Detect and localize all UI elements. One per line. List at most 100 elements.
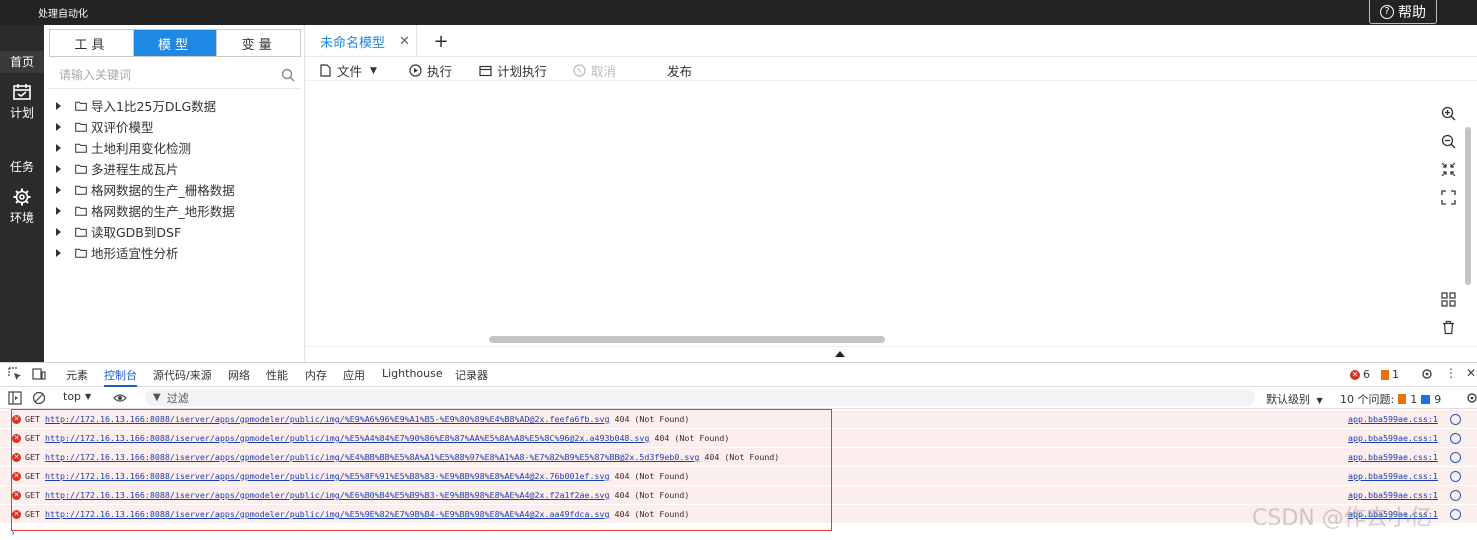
caret-right-icon[interactable] — [56, 122, 61, 131]
console-error-row: ✕ GET http://172.16.13.166:8088/iserver/… — [0, 410, 1477, 429]
caret-right-icon[interactable] — [56, 101, 61, 110]
close-devtools-icon[interactable]: ✕ — [1466, 367, 1477, 381]
console-prompt[interactable]: › — [11, 528, 15, 539]
console-filter-bar: top ▼ ▼ 过滤 默认级别 ▼ 10 个问题: 1 9 — [0, 387, 1477, 409]
search-icon[interactable] — [281, 68, 295, 82]
side-panel: 工具 模型 变量 导入1比25万DLG数据 双评价模型 土地利用变化检测 多进程… — [44, 25, 305, 362]
device-toggle-icon[interactable] — [32, 367, 46, 381]
file-menu-button[interactable]: 文件 ▼ — [319, 61, 377, 80]
warning-counter[interactable]: 1 — [1381, 368, 1399, 381]
fit-view-button[interactable] — [1435, 156, 1461, 182]
caret-right-icon[interactable] — [56, 143, 61, 152]
source-link[interactable]: app.bba599ae.css:1 — [1348, 471, 1438, 481]
caret-right-icon[interactable] — [56, 206, 61, 215]
filter-icon: ▼ — [153, 392, 161, 403]
globe-icon[interactable] — [1450, 471, 1461, 482]
globe-icon[interactable] — [1450, 490, 1461, 501]
request-url-link[interactable]: http://172.16.13.166:8088/iserver/apps/g… — [45, 471, 609, 481]
tree-item[interactable]: 多进程生成瓦片 — [49, 158, 299, 179]
add-tab-button[interactable]: + — [431, 31, 451, 52]
inspect-icon[interactable] — [8, 367, 22, 381]
globe-icon[interactable] — [1450, 452, 1461, 463]
source-link[interactable]: app.bba599ae.css:1 — [1348, 414, 1438, 424]
tree-item[interactable]: 地形适宜性分析 — [49, 242, 299, 263]
devtools-tab-memory[interactable]: 内存 — [305, 367, 327, 383]
source-link[interactable]: app.bba599ae.css:1 — [1348, 433, 1438, 443]
caret-right-icon[interactable] — [56, 227, 61, 236]
console-error-row: ✕ GET http://172.16.13.166:8088/iserver/… — [0, 429, 1477, 448]
cancel-button[interactable]: 取消 — [573, 61, 616, 80]
source-link[interactable]: app.bba599ae.css:1 — [1348, 452, 1438, 462]
error-counter[interactable]: ✕ 6 — [1350, 368, 1370, 381]
tab-untitled-model[interactable]: 未命名模型 ✕ — [305, 25, 417, 57]
tree-item[interactable]: 土地利用变化检测 — [49, 137, 299, 158]
search-input[interactable] — [49, 63, 269, 87]
nav-item-home[interactable]: 首页 — [0, 51, 44, 73]
layout-button[interactable] — [1435, 286, 1461, 312]
schedule-run-button[interactable]: 计划执行 — [479, 61, 547, 80]
caret-right-icon[interactable] — [56, 164, 61, 173]
document-tabs: 未命名模型 ✕ + — [305, 25, 1477, 57]
globe-icon[interactable] — [1450, 414, 1461, 425]
tab-variables[interactable]: 变量 — [217, 30, 301, 56]
vertical-scrollbar[interactable] — [1465, 127, 1471, 285]
eye-icon[interactable] — [113, 391, 127, 405]
help-button[interactable]: ? 帮助 — [1369, 0, 1437, 24]
devtools-tab-application[interactable]: 应用 — [343, 367, 365, 383]
settings-gear-icon[interactable] — [1420, 367, 1434, 381]
folder-icon — [75, 185, 87, 195]
main-area: 未命名模型 ✕ + 文件 ▼ 执行 计划执行 取消 发布 — [305, 25, 1477, 362]
devtools-tab-elements[interactable]: 元素 — [66, 367, 88, 383]
error-icon: ✕ — [12, 453, 21, 462]
model-canvas[interactable] — [305, 82, 1477, 362]
tab-models[interactable]: 模型 — [133, 30, 218, 56]
tree-item[interactable]: 格网数据的生产_地形数据 — [49, 200, 299, 221]
devtools-tab-network[interactable]: 网络 — [228, 367, 250, 383]
caret-right-icon[interactable] — [56, 248, 61, 257]
request-url-link[interactable]: http://172.16.13.166:8088/iserver/apps/g… — [45, 452, 699, 462]
nav-item-plan[interactable]: 计划 — [0, 83, 44, 121]
devtools-tab-recorder[interactable]: 记录器 — [455, 367, 488, 383]
question-icon: ? — [1380, 4, 1394, 19]
tree-item[interactable]: 读取GDB到DSF — [49, 221, 299, 242]
tree-item[interactable]: 格网数据的生产_栅格数据 — [49, 179, 299, 200]
run-button[interactable]: 执行 — [409, 61, 452, 80]
sidebar-toggle-icon[interactable] — [8, 391, 22, 405]
caret-right-icon[interactable] — [56, 185, 61, 194]
nav-item-task[interactable]: 任务 — [0, 158, 44, 175]
console-settings-icon[interactable] — [1465, 391, 1477, 405]
log-level-selector[interactable]: 默认级别 ▼ — [1266, 391, 1323, 407]
more-options-icon[interactable]: ⋮ — [1445, 367, 1459, 381]
request-url-link[interactable]: http://172.16.13.166:8088/iserver/apps/g… — [45, 490, 609, 500]
request-url-link[interactable]: http://172.16.13.166:8088/iserver/apps/g… — [45, 433, 649, 443]
error-icon: ✕ — [12, 491, 21, 500]
devtools-tab-console[interactable]: 控制台 — [104, 367, 137, 387]
globe-icon[interactable] — [1450, 509, 1461, 520]
tree-item[interactable]: 导入1比25万DLG数据 — [49, 95, 299, 116]
tab-tools[interactable]: 工具 — [50, 30, 134, 56]
zoom-out-button[interactable] — [1435, 128, 1461, 154]
request-url-link[interactable]: http://172.16.13.166:8088/iserver/apps/g… — [45, 509, 609, 519]
devtools-tab-lighthouse[interactable]: Lighthouse — [382, 367, 443, 380]
tree-item[interactable]: 双评价模型 — [49, 116, 299, 137]
zoom-in-button[interactable] — [1435, 100, 1461, 126]
delete-button[interactable] — [1435, 314, 1461, 340]
console-filter-input[interactable]: ▼ 过滤 — [145, 389, 1255, 406]
fullscreen-button[interactable] — [1435, 184, 1461, 210]
devtools-tab-sources[interactable]: 源代码/来源 — [153, 367, 212, 383]
globe-icon[interactable] — [1450, 433, 1461, 444]
source-link[interactable]: app.bba599ae.css:1 — [1348, 490, 1438, 500]
context-selector[interactable]: top ▼ — [63, 390, 91, 403]
issues-counter[interactable]: 10 个问题: 1 9 — [1340, 391, 1441, 407]
close-icon[interactable]: ✕ — [399, 34, 410, 49]
nav-item-env[interactable]: 环境 — [0, 188, 44, 226]
trash-icon — [1442, 320, 1454, 334]
grid-layout-icon — [1440, 291, 1456, 307]
devtools-tab-performance[interactable]: 性能 — [266, 367, 288, 383]
clear-console-icon[interactable] — [32, 391, 46, 405]
request-url-link[interactable]: http://172.16.13.166:8088/iserver/apps/g… — [45, 414, 609, 424]
caret-up-icon[interactable] — [835, 351, 845, 357]
publish-button[interactable]: 发布 — [667, 61, 692, 80]
left-nav: 首页 计划 任务 环境 — [0, 25, 44, 362]
horizontal-scrollbar[interactable] — [489, 336, 885, 343]
